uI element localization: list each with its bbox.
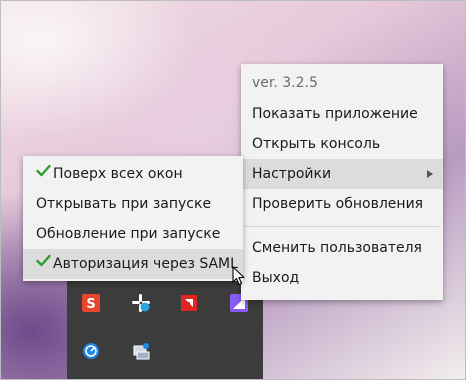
taskbar-tray-overflow: S [67,277,263,379]
saml-auth-menu-item[interactable]: Авторизация через SAML [23,249,243,279]
tray-context-menu: ver. 3.2.5 Показать приложение Открыть к… [241,64,443,300]
always-on-top-label: Поверх всех окон [53,166,183,182]
settings-submenu: Поверх всех окон Открывать при запуске О… [23,156,243,281]
menu-separator [245,226,439,227]
mouse-cursor-icon [232,266,246,290]
screenshot-frame: S ver. 3.2.5 Показать приложение Открыть… [0,0,466,380]
check-updates-menu-item[interactable]: Проверить обновления [241,189,443,219]
clock-app-icon[interactable] [81,341,101,361]
open-console-menu-item[interactable]: Открыть консоль [241,129,443,159]
settings-menu-item-label: Настройки [252,166,332,182]
amd-icon[interactable] [179,293,199,313]
submenu-arrow-icon [427,170,433,178]
network-tool-icon[interactable] [131,341,151,361]
settings-menu-item[interactable]: Настройки [241,159,443,189]
exit-menu-item[interactable]: Выход [241,263,443,293]
saml-auth-label: Авторизация через SAML [53,256,238,272]
s-app-icon[interactable]: S [81,293,101,313]
slack-icon[interactable] [131,293,151,313]
open-on-startup-menu-item[interactable]: Открывать при запуске [23,189,243,219]
version-label: ver. 3.2.5 [252,75,318,91]
show-app-menu-item[interactable]: Показать приложение [241,99,443,129]
update-on-startup-menu-item[interactable]: Обновление при запуске [23,219,243,249]
always-on-top-menu-item[interactable]: Поверх всех окон [23,159,243,189]
checkmark-icon [36,158,53,188]
checkmark-icon [36,248,53,278]
switch-user-menu-item[interactable]: Сменить пользователя [241,233,443,263]
svg-text:S: S [86,297,95,312]
